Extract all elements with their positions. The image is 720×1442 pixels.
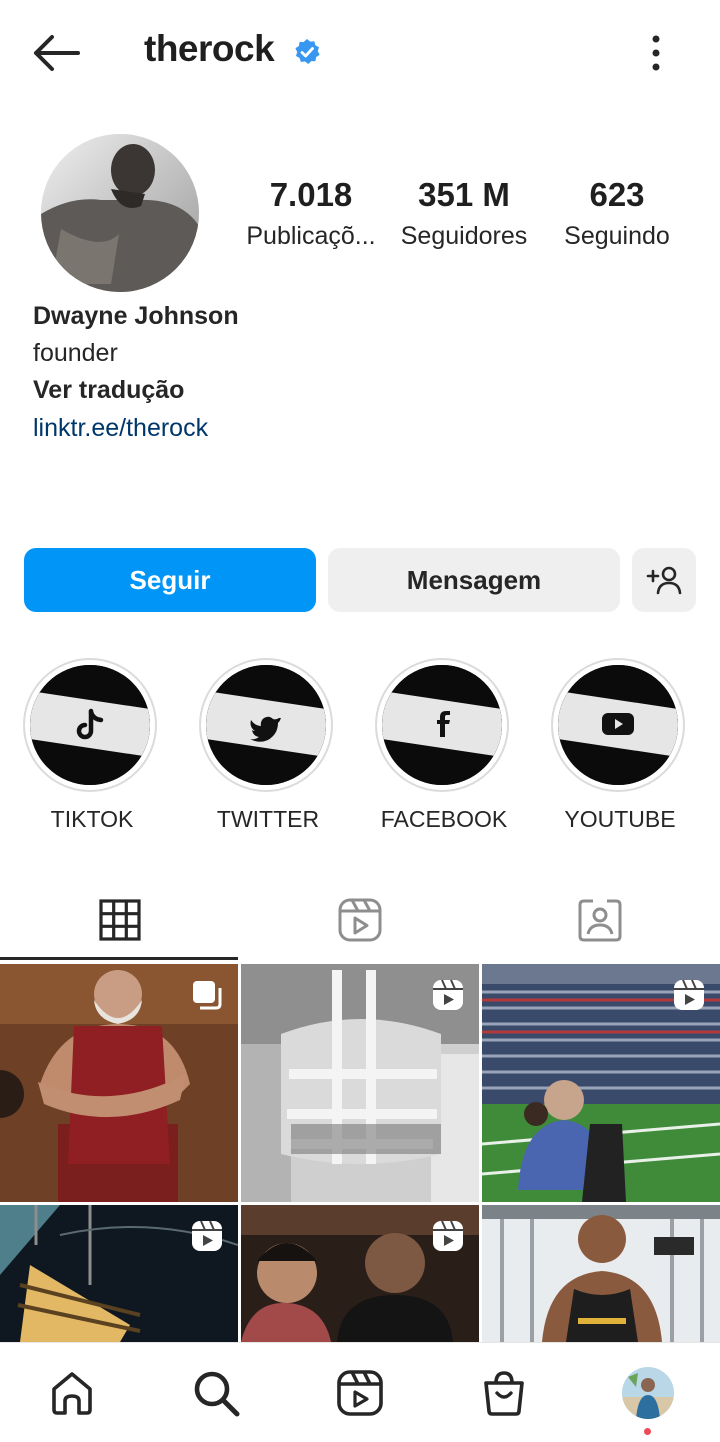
avatar-photo — [41, 134, 199, 292]
reels-icon — [338, 898, 382, 942]
add-user-icon — [646, 566, 682, 595]
post-thumbnail[interactable] — [482, 964, 720, 1202]
stat-value: 623 — [589, 176, 645, 213]
nav-shop[interactable] — [474, 1363, 534, 1423]
tab-grid[interactable] — [0, 880, 240, 960]
reel-icon — [433, 1220, 463, 1251]
post-thumbnail[interactable] — [0, 964, 238, 1202]
grid-icon — [99, 899, 141, 941]
shop-icon — [484, 1371, 524, 1416]
reels-icon — [337, 1370, 383, 1416]
stat-label: Seguidores — [400, 222, 528, 250]
stat-value: 351 M — [418, 176, 510, 213]
post-thumbnail[interactable] — [241, 1205, 479, 1342]
stat-following[interactable]: 623 Seguindo — [542, 176, 692, 251]
profile-username: therock — [144, 28, 275, 69]
nav-home[interactable] — [42, 1363, 102, 1423]
suggested-users-button[interactable] — [632, 548, 696, 612]
see-translation-link[interactable]: Ver tradução — [33, 376, 184, 405]
search-icon — [194, 1371, 240, 1417]
highlight-label: YOUTUBE — [564, 806, 676, 832]
carousel-icon — [193, 981, 222, 1010]
nav-search[interactable] — [186, 1363, 246, 1423]
profile-avatar[interactable] — [41, 134, 199, 292]
profile-bio: founder — [33, 339, 118, 367]
active-tab-indicator — [0, 957, 238, 960]
tab-reels[interactable] — [240, 880, 480, 960]
profile-website-link[interactable]: linktr.ee/therock — [33, 414, 208, 443]
tagged-icon — [578, 899, 622, 942]
stat-label: Publicaçõ... — [246, 222, 376, 250]
reel-icon — [433, 979, 463, 1010]
follow-button[interactable]: Seguir — [24, 548, 316, 612]
stat-posts[interactable]: 7.018 Publicaçõ... — [236, 176, 386, 251]
home-icon — [52, 1372, 92, 1415]
reel-icon — [192, 1220, 222, 1251]
stat-label: Seguindo — [564, 222, 670, 250]
post-thumbnail[interactable] — [241, 964, 479, 1202]
back-button[interactable] — [28, 30, 82, 76]
profile-full-name: Dwayne Johnson — [33, 302, 239, 330]
stat-followers[interactable]: 351 M Seguidores — [389, 176, 539, 251]
reel-icon — [674, 979, 704, 1010]
verified-badge-icon — [295, 39, 320, 64]
tab-tagged[interactable] — [480, 880, 720, 960]
stat-value: 7.018 — [269, 176, 353, 213]
youtube-icon — [602, 713, 634, 735]
highlight-tiktok[interactable]: TIKTOK — [23, 658, 161, 833]
highlight-twitter[interactable]: TWITTER — [199, 658, 337, 833]
highlight-label: TWITTER — [216, 806, 320, 832]
highlight-label: TIKTOK — [50, 806, 134, 832]
more-vertical-icon — [652, 35, 660, 71]
profile-avatar — [622, 1367, 674, 1419]
highlight-youtube[interactable]: YOUTUBE — [551, 658, 689, 833]
highlight-label: FACEBOOK — [380, 806, 508, 832]
post-thumbnail[interactable] — [482, 1205, 720, 1342]
more-options-button[interactable] — [640, 30, 672, 76]
nav-profile[interactable] — [618, 1363, 678, 1423]
post-photo — [482, 1205, 720, 1342]
message-button[interactable]: Mensagem — [328, 548, 620, 612]
nav-reels[interactable] — [330, 1363, 390, 1423]
highlight-facebook[interactable]: FACEBOOK — [375, 658, 513, 833]
arrow-left-icon — [34, 35, 80, 71]
post-thumbnail[interactable] — [0, 1205, 238, 1342]
notification-dot — [644, 1428, 651, 1435]
